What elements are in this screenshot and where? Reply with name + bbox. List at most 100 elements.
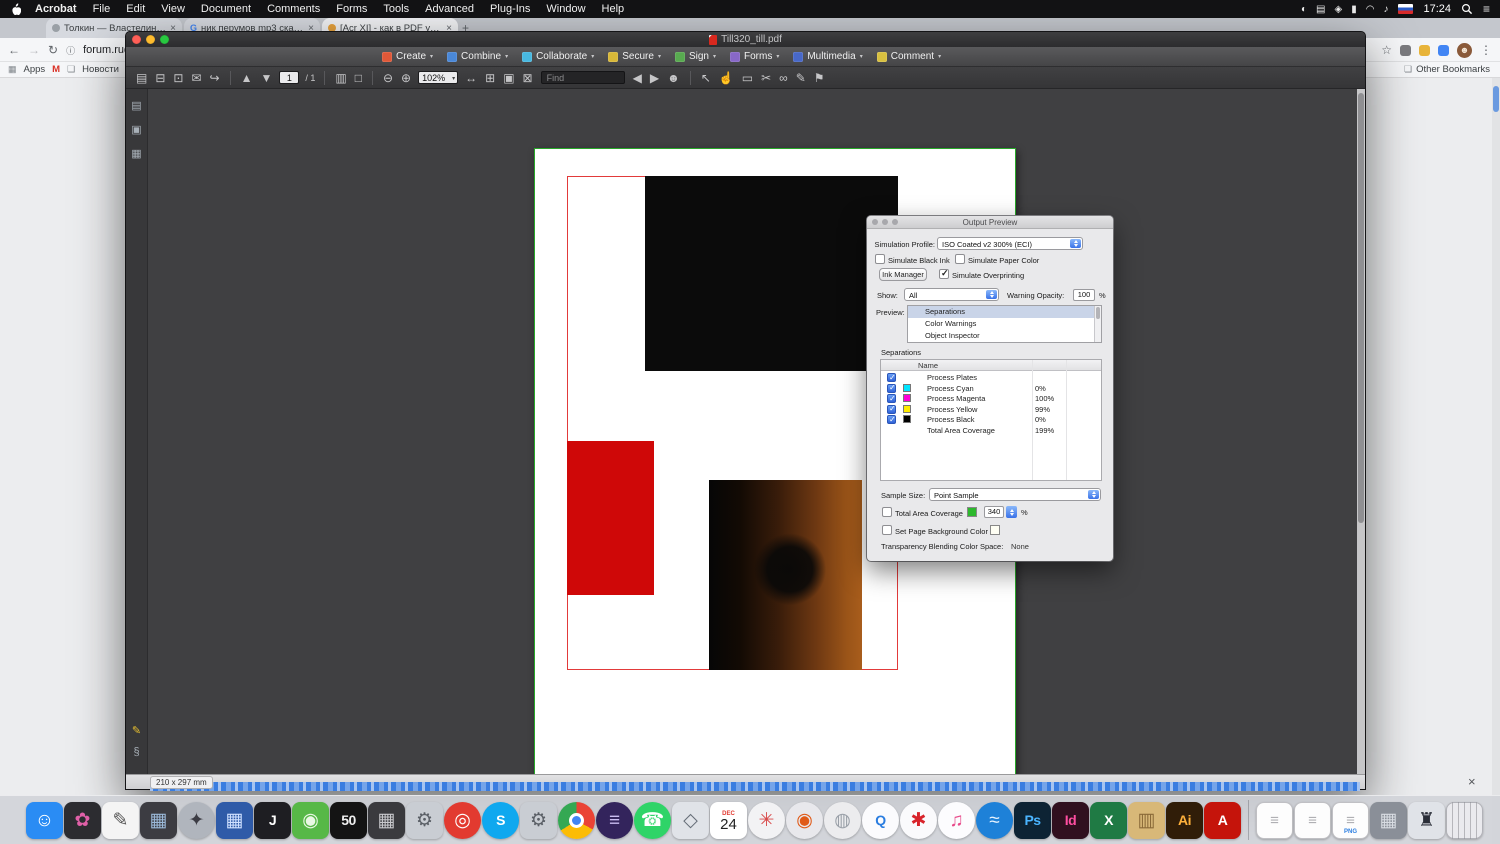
task-button-combine[interactable]: Combine▾ — [441, 49, 514, 65]
bookmark-news[interactable]: Новости — [82, 64, 119, 75]
menubar-item-window[interactable]: Window — [538, 3, 593, 15]
dock-box-app[interactable]: ▥ — [1128, 802, 1165, 839]
dock-calendar[interactable]: DEC24 — [710, 802, 747, 839]
extension-icon[interactable] — [1400, 45, 1411, 56]
minimize-window-icon[interactable] — [146, 35, 155, 44]
dock-preview-app[interactable]: ▦ — [140, 802, 177, 839]
zoom-window-icon[interactable] — [160, 35, 169, 44]
tac-value-field[interactable]: 340 — [984, 506, 1004, 518]
dialog-minimize-icon[interactable] — [882, 219, 888, 225]
input-language-flag-icon[interactable] — [1398, 4, 1413, 14]
browser-menu-icon[interactable]: ⋮ — [1480, 43, 1492, 57]
dock-illustrator[interactable]: Ai — [1166, 802, 1203, 839]
bluetooth-status-icon[interactable]: ◈ — [1335, 4, 1343, 15]
dock-silver-disc-app[interactable]: ◍ — [824, 802, 861, 839]
scroll-mode-icon[interactable]: ▥ — [335, 72, 346, 84]
single-page-icon[interactable]: □ — [355, 72, 362, 84]
task-button-multimedia[interactable]: Multimedia▾ — [787, 49, 868, 65]
separation-checkbox[interactable] — [887, 405, 896, 414]
sample-size-select[interactable]: Point Sample — [929, 488, 1101, 501]
stamp-icon[interactable]: ⚑ — [814, 72, 825, 84]
document-scrollbar[interactable] — [1357, 89, 1365, 774]
menubar-item-file[interactable]: File — [85, 3, 119, 15]
list-scrollbar[interactable] — [1094, 306, 1101, 342]
dock-finder[interactable]: ☺ — [26, 802, 63, 839]
keyboard-status-icon[interactable]: ▤ — [1316, 4, 1325, 15]
extension-icon[interactable] — [1438, 45, 1449, 56]
dock-flip-clock[interactable]: 50 — [330, 802, 367, 839]
extension-icon[interactable] — [1419, 45, 1430, 56]
task-button-secure[interactable]: Secure▾ — [602, 49, 667, 65]
find-previous-icon[interactable]: ◀ — [633, 72, 642, 84]
simulate-overprinting-checkbox[interactable] — [939, 269, 949, 279]
scrollbar-thumb[interactable] — [1493, 86, 1499, 112]
dock-photoshop[interactable]: Ps — [1014, 802, 1051, 839]
dock-file-png[interactable]: ≡PNG — [1332, 802, 1369, 839]
dock-skype[interactable]: S — [482, 802, 519, 839]
next-page-icon[interactable]: ▼ — [260, 72, 272, 84]
gmail-bookmark-icon[interactable]: M — [52, 64, 60, 75]
reload-icon[interactable]: ↻ — [48, 43, 58, 57]
dock-target-app[interactable]: ◉ — [786, 802, 823, 839]
page-background-swatch[interactable] — [990, 525, 1000, 535]
dock-cube-app[interactable]: ◇ — [672, 802, 709, 839]
menubar-item-comments[interactable]: Comments — [259, 3, 328, 15]
dock-trash[interactable] — [1446, 802, 1483, 839]
preview-option-separations[interactable]: Separations — [908, 306, 1101, 318]
tac-color-swatch[interactable] — [967, 507, 977, 517]
browser-scrollbar[interactable] — [1492, 78, 1500, 844]
dock-file-doc-2[interactable]: ≡ — [1294, 802, 1331, 839]
menubar-item-forms[interactable]: Forms — [328, 3, 375, 15]
menubar-item-help[interactable]: Help — [594, 3, 633, 15]
highlighter-icon[interactable]: ✎ — [132, 726, 141, 737]
dock-gear-app[interactable]: ⚙ — [520, 802, 557, 839]
page-number-field[interactable]: 1 — [279, 71, 299, 84]
forward-icon[interactable]: → — [28, 43, 40, 57]
dock-wave-app[interactable]: ≈ — [976, 802, 1013, 839]
warning-opacity-field[interactable]: 100 — [1073, 289, 1095, 301]
separation-checkbox[interactable] — [887, 415, 896, 424]
menubar-item-advanced[interactable]: Advanced — [417, 3, 482, 15]
close-bar-icon[interactable]: × — [1468, 774, 1476, 789]
apps-grid-icon[interactable]: ▦ — [8, 64, 17, 75]
dock-whatsapp[interactable]: ☎ — [634, 802, 671, 839]
separation-checkbox[interactable] — [887, 394, 896, 403]
reading-mode-icon[interactable]: ⊠ — [523, 72, 533, 84]
site-info-icon[interactable]: ⓘ — [66, 44, 75, 57]
profile-avatar[interactable]: ☻ — [1457, 43, 1472, 58]
dock-towers-app[interactable]: ♜ — [1408, 802, 1445, 839]
menubar-item-plug-ins[interactable]: Plug-Ins — [482, 3, 538, 15]
task-button-comment[interactable]: Comment▾ — [871, 49, 947, 65]
task-button-forms[interactable]: Forms▾ — [724, 49, 785, 65]
task-button-collaborate[interactable]: Collaborate▾ — [516, 49, 600, 65]
email-icon[interactable]: ✉ — [191, 72, 201, 84]
zoom-level-field[interactable]: 102%▾ — [418, 71, 458, 84]
dock-system-preferences[interactable]: ⚙ — [406, 802, 443, 839]
acrobat-titlebar[interactable]: Till320_till.pdf — [126, 32, 1365, 47]
save-icon[interactable]: ⊡ — [173, 72, 183, 84]
stepper-icon[interactable] — [1006, 506, 1017, 518]
menubar-item-view[interactable]: View — [153, 3, 193, 15]
separation-checkbox[interactable] — [887, 384, 896, 393]
fit-width-icon[interactable]: ↔ — [465, 72, 477, 84]
zoom-in-icon[interactable]: ⊕ — [401, 72, 411, 84]
task-button-sign[interactable]: Sign▾ — [669, 49, 722, 65]
dock-itunes[interactable]: ♫ — [938, 802, 975, 839]
bookmark-apps[interactable]: Apps — [24, 64, 46, 75]
marquee-zoom-icon[interactable]: ▭ — [742, 72, 753, 84]
dialog-titlebar[interactable]: Output Preview — [867, 216, 1113, 229]
ink-manager-button[interactable]: Ink Manager — [879, 268, 927, 281]
menubar-item-edit[interactable]: Edit — [118, 3, 153, 15]
open-file-icon[interactable]: ▤ — [136, 72, 147, 84]
export-icon[interactable]: ↪ — [210, 72, 220, 84]
document-canvas[interactable] — [148, 89, 1357, 774]
fit-page-icon[interactable]: ⊞ — [485, 72, 495, 84]
back-icon[interactable]: ← — [8, 43, 20, 57]
zoom-out-icon[interactable]: ⊖ — [383, 72, 393, 84]
dock-calculator-app[interactable]: ▦ — [368, 802, 405, 839]
pages-panel-icon[interactable]: ▤ — [131, 101, 141, 112]
select-tool-icon[interactable]: ↖ — [701, 72, 711, 84]
preview-option-object-inspector[interactable]: Object Inspector — [908, 330, 1101, 342]
snapshot-icon[interactable]: ✂ — [761, 72, 771, 84]
display-status-icon[interactable]: ◐ — [1301, 4, 1307, 15]
